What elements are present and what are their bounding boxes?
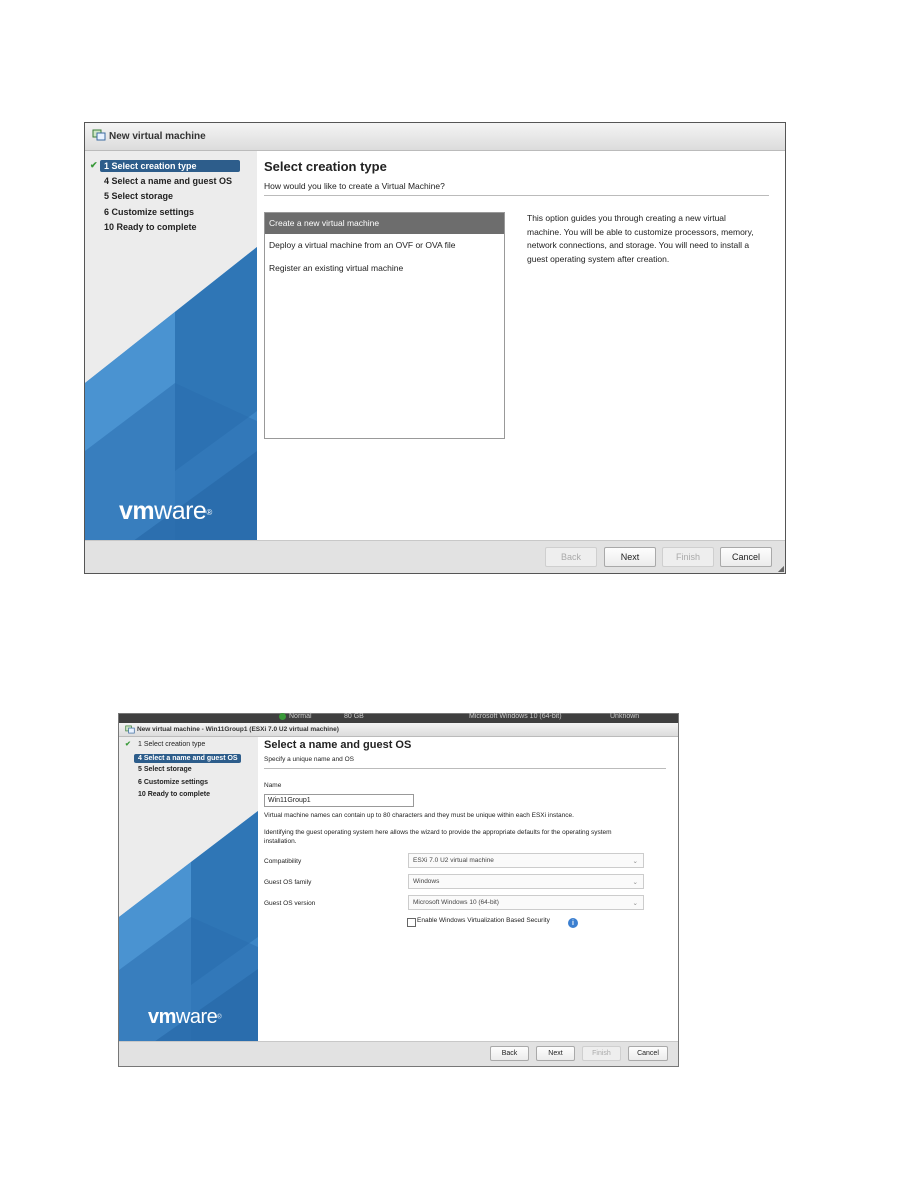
- step-customize-settings[interactable]: 6 Customize settings: [119, 779, 258, 792]
- os-note-line: installation.: [264, 837, 297, 845]
- guest-os-version-select[interactable]: Microsoft Windows 10 (64-bit) ⌄: [408, 895, 644, 910]
- size-text: 80 GB: [344, 713, 364, 720]
- option-register-existing-vm[interactable]: Register an existing virtual machine: [265, 257, 504, 280]
- wizard-steps: ✔ 1 Select creation type 4 Select a name…: [85, 160, 257, 238]
- os-note-line: Identifying the guest operating system h…: [264, 829, 612, 836]
- description-line: machine. You will be able to customize p…: [527, 226, 754, 237]
- next-button[interactable]: Next: [536, 1046, 575, 1061]
- guest-os-family-select[interactable]: Windows ⌄: [408, 874, 644, 889]
- dialog-title: New virtual machine: [109, 131, 206, 142]
- dialog-titlebar[interactable]: New virtual machine - Win11Group1 (ESXi …: [119, 723, 678, 737]
- resize-grip-icon[interactable]: ◢: [778, 564, 784, 573]
- vm-name-input[interactable]: Win11Group1: [264, 794, 414, 807]
- divider: [264, 195, 769, 196]
- background-table-row: Normal 80 GB Microsoft Windows 10 (64-bi…: [119, 713, 678, 723]
- name-note: Virtual machine names can contain up to …: [264, 812, 574, 819]
- step-label: 6 Customize settings: [138, 778, 209, 786]
- info-icon[interactable]: i: [568, 918, 578, 928]
- vmware-logo: vmware®: [148, 1006, 222, 1028]
- page-subtitle: Specify a unique name and OS: [264, 756, 354, 763]
- step-label: 10 Ready to complete: [138, 791, 210, 798]
- new-vm-dialog-name-os: Normal 80 GB Microsoft Windows 10 (64-bi…: [118, 713, 679, 1067]
- compatibility-label: Compatibility: [264, 858, 302, 865]
- creation-type-list[interactable]: Create a new virtual machine Deploy a vi…: [264, 212, 505, 439]
- wizard-footer: Back Next Finish Cancel: [119, 1041, 678, 1066]
- page-subtitle: How would you like to create a Virtual M…: [264, 181, 445, 191]
- chevron-down-icon: ⌄: [632, 857, 638, 865]
- vmware-logo: vmware®: [119, 497, 212, 525]
- checkmark-icon: ✔: [90, 160, 98, 170]
- page-title: Select creation type: [264, 159, 387, 174]
- status-ok-icon: [279, 713, 286, 720]
- state-text: Unknown: [610, 713, 640, 720]
- wizard-sidebar: ✔ 1 Select creation type 4 Select a name…: [85, 151, 257, 573]
- step-select-storage[interactable]: 5 Select storage: [119, 766, 258, 779]
- back-button[interactable]: Back: [490, 1046, 529, 1061]
- divider: [264, 768, 666, 769]
- guest-os-version-value: Microsoft Windows 10 (64-bit): [413, 899, 499, 906]
- finish-button[interactable]: Finish: [662, 547, 714, 567]
- step-customize-settings[interactable]: 6 Customize settings: [85, 207, 257, 223]
- wizard-steps: ✔ 1 Select creation type 4 Select a name…: [119, 741, 258, 804]
- compatibility-value: ESXi 7.0 U2 virtual machine: [413, 857, 494, 864]
- cancel-button[interactable]: Cancel: [720, 547, 772, 567]
- step-ready-to-complete[interactable]: 10 Ready to complete: [85, 222, 257, 238]
- checkmark-icon: ✔: [125, 741, 131, 748]
- step-name-guest-os[interactable]: 4 Select a name and guest OS: [85, 176, 257, 192]
- back-button[interactable]: Back: [545, 547, 597, 567]
- wizard-sidebar: ✔ 1 Select creation type 4 Select a name…: [119, 737, 258, 1066]
- vbs-checkbox[interactable]: [407, 918, 416, 927]
- next-button[interactable]: Next: [604, 547, 656, 567]
- step-select-creation-type[interactable]: ✔ 1 Select creation type: [85, 160, 257, 176]
- step-label: 5 Select storage: [104, 191, 174, 201]
- status-text: Normal: [289, 713, 312, 720]
- step-label: 4 Select a name and guest OS: [134, 753, 241, 763]
- wizard-content: Select creation type How would you like …: [257, 151, 785, 541]
- step-label: 6 Customize settings: [104, 206, 195, 217]
- vm-icon: [125, 721, 135, 739]
- guest-os-version-label: Guest OS version: [264, 900, 316, 907]
- dialog-title: New virtual machine - Win11Group1 (ESXi …: [137, 726, 339, 733]
- name-label: Name: [264, 782, 282, 789]
- os-note: Identifying the guest operating system h…: [264, 829, 664, 846]
- option-deploy-ovf-ova[interactable]: Deploy a virtual machine from an OVF or …: [265, 234, 504, 257]
- chevron-down-icon: ⌄: [632, 878, 638, 886]
- os-text: Microsoft Windows 10 (64-bit): [469, 713, 562, 720]
- dialog-titlebar[interactable]: New virtual machine: [85, 123, 785, 151]
- step-label: 10 Ready to complete: [104, 222, 197, 232]
- chevron-down-icon: ⌄: [632, 899, 638, 907]
- description-line: guest operating system after creation.: [527, 253, 670, 264]
- step-label: 1 Select creation type: [100, 160, 240, 172]
- step-label: 5 Select storage: [138, 766, 192, 773]
- page-title: Select a name and guest OS: [264, 739, 412, 751]
- step-ready-to-complete[interactable]: 10 Ready to complete: [119, 791, 258, 804]
- guest-os-family-value: Windows: [413, 878, 440, 885]
- option-create-new-vm[interactable]: Create a new virtual machine: [265, 213, 504, 234]
- vbs-label[interactable]: Enable Windows Virtualization Based Secu…: [417, 917, 550, 924]
- wizard-content: Select a name and guest OS Specify a uni…: [258, 737, 678, 1042]
- description-line: This option guides you through creating …: [527, 213, 726, 223]
- description-line: network connections, and storage. You wi…: [527, 240, 750, 250]
- step-select-creation-type[interactable]: ✔ 1 Select creation type: [119, 741, 258, 754]
- guest-os-family-label: Guest OS family: [264, 879, 312, 886]
- finish-button[interactable]: Finish: [582, 1046, 621, 1061]
- step-label: 1 Select creation type: [138, 741, 206, 748]
- cancel-button[interactable]: Cancel: [628, 1046, 668, 1061]
- step-name-guest-os[interactable]: 4 Select a name and guest OS: [119, 753, 258, 767]
- option-description: This option guides you through creating …: [527, 212, 777, 266]
- new-vm-dialog-creation-type: New virtual machine ✔ 1 Select creation …: [84, 122, 786, 574]
- wizard-footer: Back Next Finish Cancel ◢: [85, 540, 785, 573]
- vm-icon: [92, 128, 106, 146]
- compatibility-select[interactable]: ESXi 7.0 U2 virtual machine ⌄: [408, 853, 644, 868]
- step-label: 4 Select a name and guest OS: [104, 175, 233, 186]
- step-select-storage[interactable]: 5 Select storage: [85, 191, 257, 207]
